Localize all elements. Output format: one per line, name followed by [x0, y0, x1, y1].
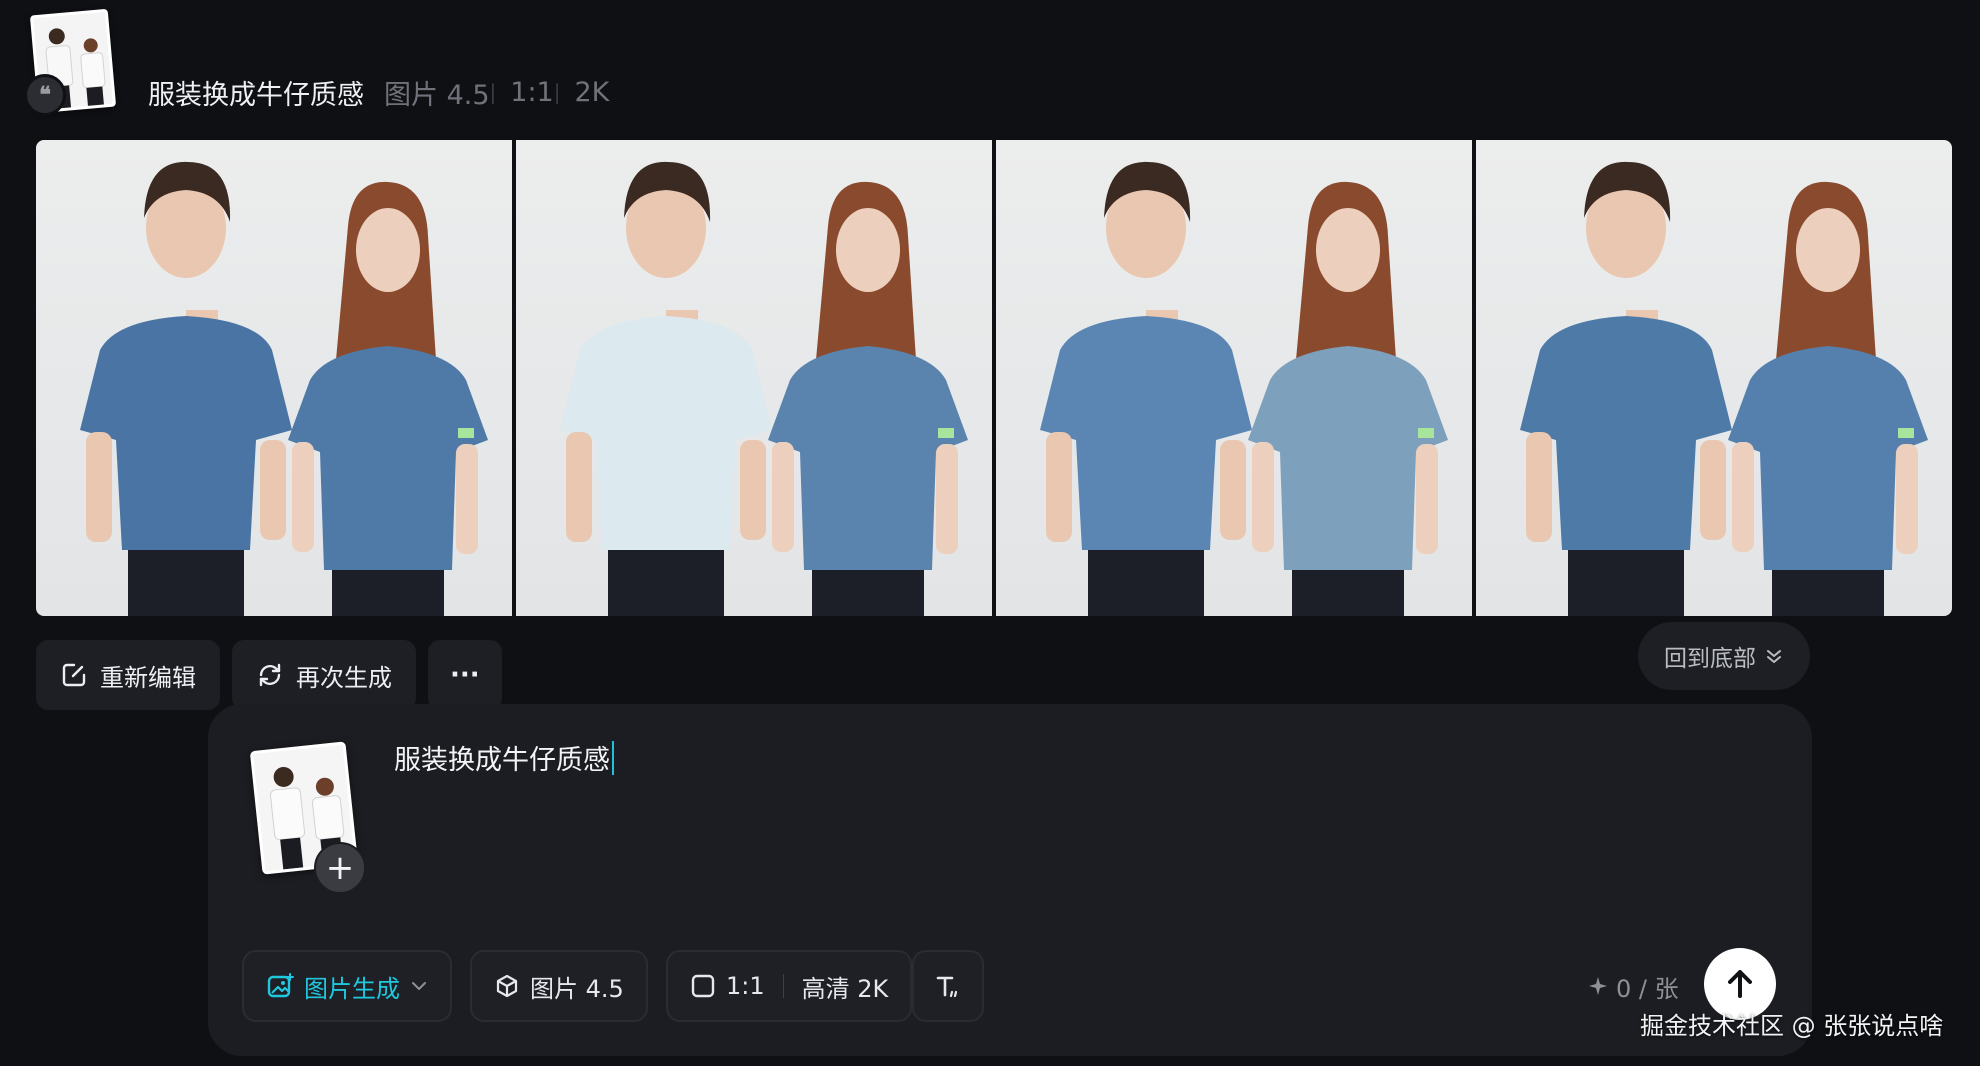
result-image-3[interactable]: [996, 140, 1472, 616]
text-format-icon: [936, 976, 958, 998]
meta-separator: |: [553, 80, 561, 104]
mode-label: 图片生成: [304, 974, 400, 1003]
arrow-up-icon: [1728, 970, 1752, 998]
result-image-4[interactable]: [1476, 140, 1952, 616]
watermark: 掘金技术社区 @ 张张说点啥: [1640, 1012, 1944, 1040]
result-image-2[interactable]: [516, 140, 992, 616]
quality-label: 高清 2K: [801, 974, 889, 1003]
more-options-button[interactable]: ···: [428, 640, 502, 710]
more-icon: ···: [450, 660, 480, 690]
model-selector[interactable]: 图片 4.5: [470, 950, 648, 1022]
result-image-grid: [36, 140, 1952, 616]
refresh-icon: [259, 663, 281, 687]
reference-image-stack[interactable]: ❝: [22, 6, 132, 116]
chevron-down-icon: [412, 982, 426, 990]
history-prompt-line: 服装换成牛仔质感 图片 4.5 | 1:1 | 2K: [148, 72, 609, 112]
prompt-input-value: 服装换成牛仔质感: [394, 745, 610, 776]
prompt-input[interactable]: 服装换成牛仔质感: [394, 738, 614, 777]
reedit-button[interactable]: 重新编辑: [36, 640, 220, 710]
history-resolution: 2K: [574, 76, 610, 108]
mode-selector[interactable]: 图片生成: [242, 950, 452, 1022]
meta-separator: |: [489, 80, 497, 104]
chip-divider: [782, 974, 784, 998]
cube-icon: [496, 974, 518, 998]
quote-icon: ❝: [24, 74, 66, 116]
credit-cost: 0 / 张: [1588, 966, 1679, 1006]
text-caret: [612, 740, 614, 775]
ratio-quality-selector[interactable]: 1:1 高清 2K: [666, 950, 913, 1022]
edit-icon: [62, 663, 86, 687]
add-reference-button[interactable]: +: [314, 842, 366, 894]
regenerate-button[interactable]: 再次生成: [232, 640, 416, 710]
image-generate-icon: [267, 973, 294, 998]
text-style-button[interactable]: [912, 950, 984, 1022]
history-ratio: 1:1: [510, 76, 554, 108]
model-label: 图片 4.5: [530, 974, 624, 1003]
back-to-bottom-label: 回到底部: [1664, 646, 1756, 672]
double-chevron-down-icon: [1767, 650, 1781, 663]
credit-cost-text: 0 / 张: [1616, 974, 1679, 1003]
square-ratio-icon: [691, 974, 715, 998]
prompt-composer: + 服装换成牛仔质感 图片生成 图片 4.5 1:1 高清 2K 0 / 张: [208, 704, 1812, 1056]
history-prompt-text: 服装换成牛仔质感: [148, 79, 364, 111]
result-image-1[interactable]: [36, 140, 512, 616]
history-model: 图片 4.5: [384, 79, 490, 111]
regenerate-label: 再次生成: [296, 663, 392, 692]
plus-icon: +: [325, 848, 355, 888]
reedit-label: 重新编辑: [100, 663, 196, 692]
sparkle-icon: [1589, 977, 1607, 995]
ratio-label: 1:1: [726, 972, 765, 1000]
back-to-bottom-button[interactable]: 回到底部: [1638, 622, 1810, 690]
